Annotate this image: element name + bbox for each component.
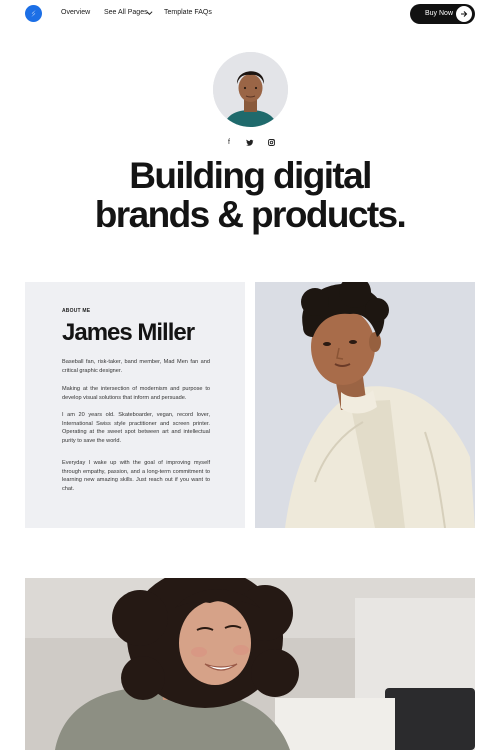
portrait-photo-man <box>255 282 475 528</box>
profile-avatar <box>213 52 288 127</box>
about-label: ABOUT ME <box>62 308 91 314</box>
facebook-icon[interactable]: f <box>224 139 234 146</box>
top-navbar: Overview See All Pages Template FAQs Buy… <box>0 0 500 28</box>
nav-link-see-all-pages[interactable]: See All Pages <box>104 9 148 16</box>
headline-line-1: Building digital <box>129 155 372 196</box>
nav-link-template-faqs[interactable]: Template FAQs <box>164 9 212 16</box>
buy-now-label: Buy Now <box>425 10 454 17</box>
chevron-down-icon[interactable] <box>146 10 153 16</box>
about-paragraph: Everyday I wake up with the goal of impr… <box>62 460 210 492</box>
twitter-icon[interactable] <box>246 139 256 146</box>
hero-headline: Building digital brands & products. <box>0 156 500 234</box>
headline-line-2: brands & products. <box>94 194 407 235</box>
about-paragraph: I am 20 years old. Skateboarder, vegan, … <box>62 412 210 444</box>
about-paragraph: Baseball fan, risk-taker, band member, M… <box>62 359 210 374</box>
buy-now-button[interactable]: Buy Now <box>410 4 475 24</box>
about-card: ABOUT ME James Miller Baseball fan, risk… <box>25 282 245 528</box>
nav-link-overview[interactable]: Overview <box>61 9 90 16</box>
arrow-right-icon <box>456 6 472 22</box>
brand-logo-icon[interactable] <box>25 5 42 22</box>
about-paragraph: Making at the intersection of modernism … <box>62 386 210 401</box>
social-links: f <box>224 137 278 147</box>
portrait-photo-woman <box>25 578 475 750</box>
about-name: James Miller <box>62 319 195 346</box>
instagram-icon[interactable] <box>268 138 278 146</box>
